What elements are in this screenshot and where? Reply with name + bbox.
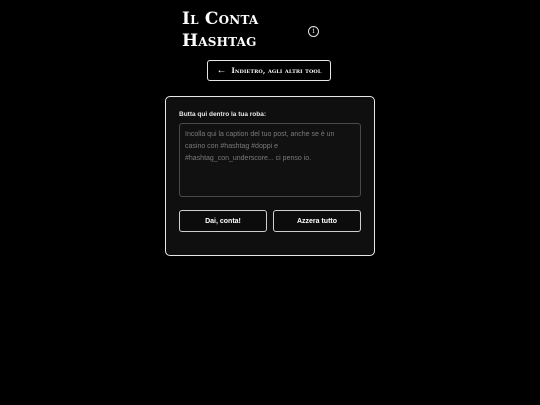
back-to-tools-button[interactable]: ← Indietro, agli altri tool: [207, 60, 331, 81]
arrow-left-icon: ←: [216, 64, 227, 76]
page-title: Il Conta Hashtag: [182, 8, 322, 52]
back-to-tools-label: Indietro, agli altri tool: [231, 66, 322, 75]
caption-field-label: Butta qui dentro la tua roba:: [179, 111, 267, 118]
page-title-line-2: Hashtag: [182, 31, 257, 51]
page-header: Il Conta Hashtag i: [182, 8, 322, 52]
page-title-line-1: Il Conta: [182, 9, 259, 29]
hashtag-counter-card: Butta qui dentro la tua roba: Dai, conta…: [165, 96, 375, 256]
caption-input[interactable]: [179, 123, 361, 197]
count-button[interactable]: Dai, conta!: [179, 210, 267, 232]
info-icon[interactable]: i: [308, 26, 319, 37]
reset-button[interactable]: Azzera tutto: [273, 210, 361, 232]
